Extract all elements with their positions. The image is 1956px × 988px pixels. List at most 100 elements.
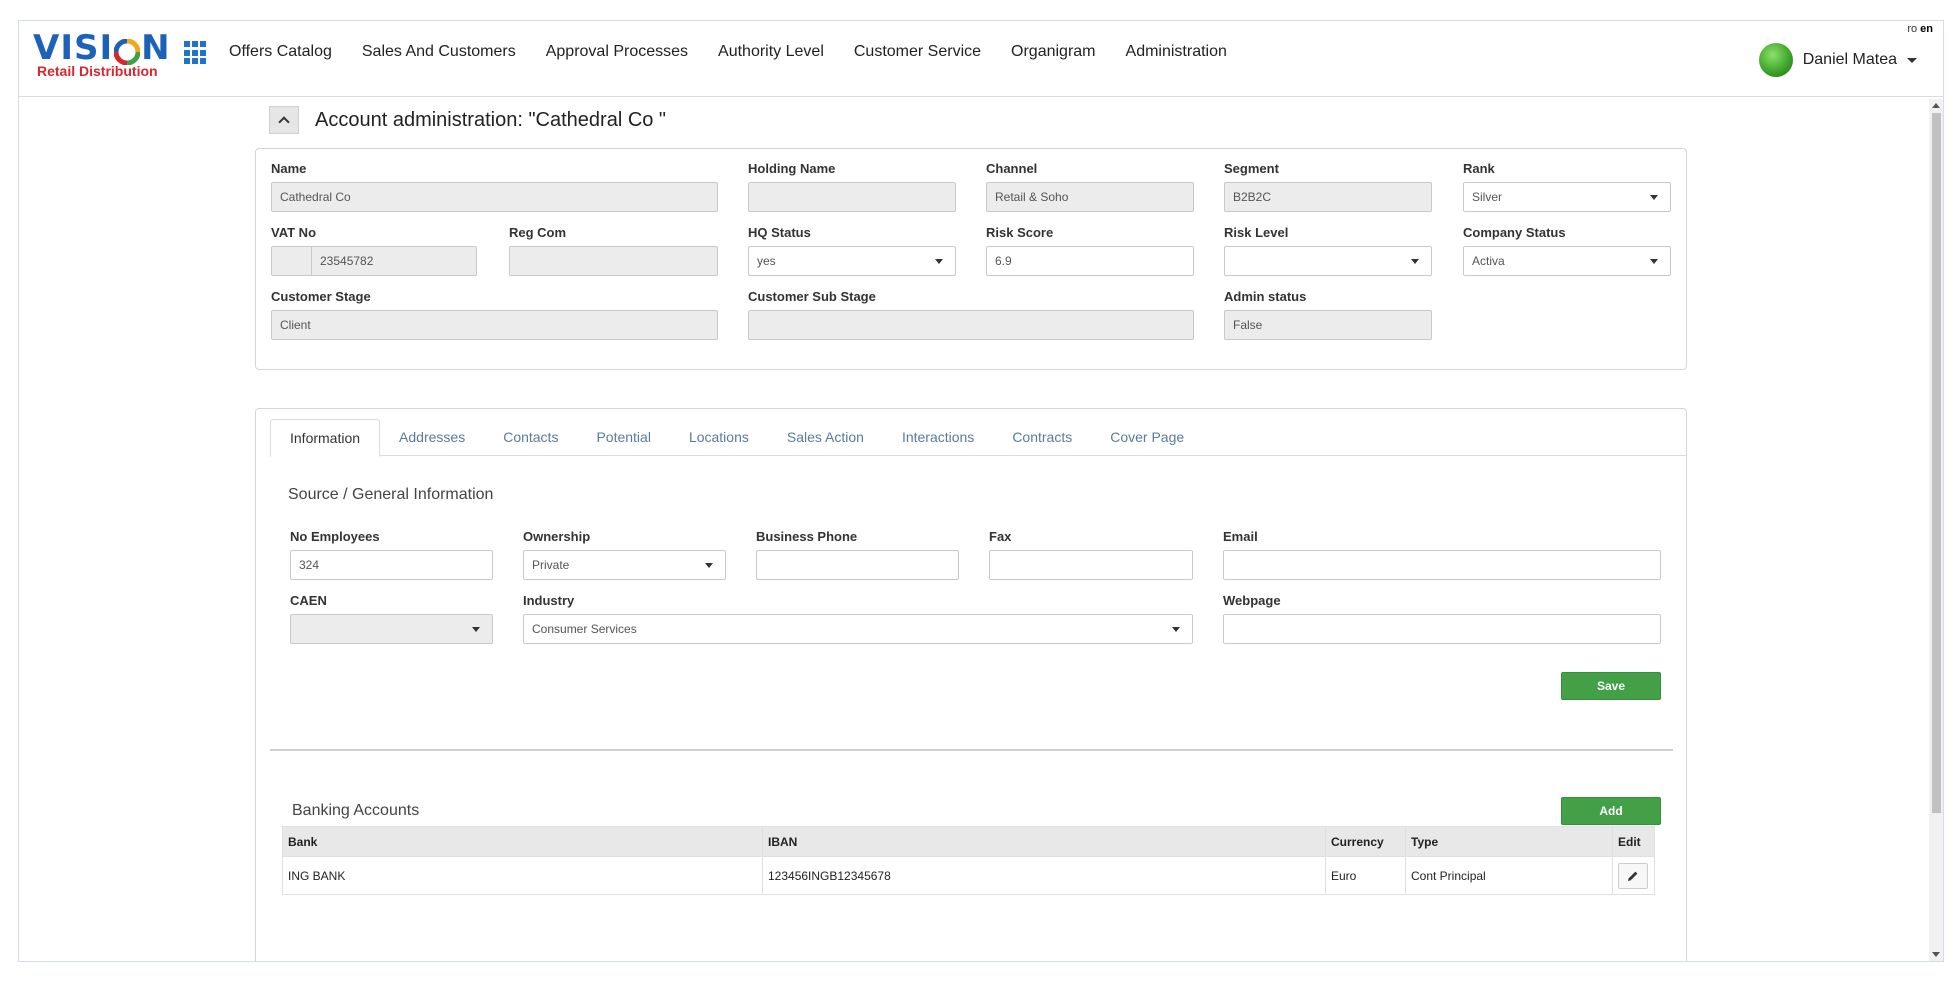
nav-offers-catalog[interactable]: Offers Catalog: [229, 43, 332, 61]
name-input[interactable]: Cathedral Co: [271, 182, 718, 212]
business-phone-label: Business Phone: [756, 529, 858, 544]
nav-customer-service[interactable]: Customer Service: [854, 43, 981, 61]
scroll-down-icon[interactable]: [1932, 952, 1940, 957]
nav-approval-processes[interactable]: Approval Processes: [546, 43, 688, 61]
account-details-panel: Name Cathedral Co Holding Name Channel R…: [255, 148, 1687, 370]
chevron-up-icon: [278, 116, 290, 128]
industry-value: Consumer Services: [532, 622, 637, 636]
caen-field-group: CAEN: [290, 593, 493, 644]
lang-en[interactable]: en: [1920, 23, 1933, 35]
vat-field-group: VAT No 23545782: [271, 225, 477, 276]
user-name: Daniel Matea: [1802, 51, 1897, 68]
fax-field-group: Fax: [989, 529, 1193, 580]
risk-level-select[interactable]: [1224, 246, 1432, 276]
segment-input[interactable]: B2B2C: [1224, 182, 1432, 212]
page-title: Account administration: "Cathedral Co ": [315, 108, 667, 131]
admin-status-field-group: Admin status False: [1224, 289, 1432, 340]
tab-locations[interactable]: Locations: [670, 419, 768, 456]
customer-stage-input[interactable]: Client: [271, 310, 718, 340]
rank-label: Rank: [1463, 161, 1495, 176]
logo-text-left: VISI: [33, 28, 114, 68]
language-switcher: ro en: [1907, 23, 1933, 35]
risk-score-input[interactable]: 6.9: [986, 246, 1194, 276]
caen-label: CAEN: [290, 593, 327, 608]
industry-field-group: Industry Consumer Services: [523, 593, 1193, 644]
type-cell: Cont Principal: [1405, 856, 1613, 895]
fax-label: Fax: [989, 529, 1012, 544]
name-field-group: Name Cathedral Co: [271, 161, 718, 212]
admin-status-input[interactable]: False: [1224, 310, 1432, 340]
scroll-up-icon[interactable]: [1932, 103, 1940, 108]
vat-input[interactable]: 23545782: [271, 246, 477, 276]
holding-field-group: Holding Name: [748, 161, 956, 212]
vertical-scrollbar[interactable]: [1929, 99, 1943, 961]
email-field-group: Email: [1223, 529, 1661, 580]
webpage-label: Webpage: [1223, 593, 1281, 608]
ownership-select[interactable]: Private: [523, 550, 726, 580]
top-navigation-bar: VISI N Retail Distribution Offers Catalo…: [19, 21, 1943, 97]
employees-label: No Employees: [290, 529, 380, 544]
section-divider: [270, 749, 1673, 751]
fax-input[interactable]: [989, 550, 1193, 580]
tab-sales-action[interactable]: Sales Action: [768, 419, 883, 456]
rank-select[interactable]: Silver: [1463, 182, 1671, 212]
nav-sales-and-customers[interactable]: Sales And Customers: [362, 43, 516, 61]
lang-ro[interactable]: ro: [1907, 23, 1917, 35]
industry-select[interactable]: Consumer Services: [523, 614, 1193, 644]
tab-contracts[interactable]: Contracts: [993, 419, 1091, 456]
main-content: Account administration: "Cathedral Co " …: [19, 98, 1931, 961]
dropdown-arrow-icon: [1650, 259, 1658, 264]
caen-select[interactable]: [290, 614, 493, 644]
user-menu[interactable]: Daniel Matea: [1758, 43, 1917, 77]
customer-substage-field-group: Customer Sub Stage: [748, 289, 1194, 340]
tab-potential[interactable]: Potential: [577, 419, 669, 456]
iban-cell: 123456INGB12345678: [762, 856, 1326, 895]
banking-accounts-title: Banking Accounts: [292, 802, 420, 819]
nav-organigram[interactable]: Organigram: [1011, 43, 1095, 61]
table-row: ING BANK 123456INGB12345678 Euro Cont Pr…: [282, 856, 1655, 895]
logo-o-icon: [113, 35, 141, 66]
apps-grid-icon[interactable]: [184, 41, 208, 65]
hq-status-label: HQ Status: [748, 225, 811, 240]
dropdown-arrow-icon: [935, 259, 943, 264]
risk-score-field-group: Risk Score 6.9: [986, 225, 1194, 276]
add-bank-account-button[interactable]: Add: [1561, 797, 1661, 825]
regcom-input[interactable]: [509, 246, 718, 276]
nav-administration[interactable]: Administration: [1126, 43, 1227, 61]
holding-input[interactable]: [748, 182, 956, 212]
channel-input[interactable]: Retail & Soho: [986, 182, 1194, 212]
edit-cell: [1612, 856, 1655, 895]
ownership-field-group: Ownership Private: [523, 529, 726, 580]
webpage-field-group: Webpage: [1223, 593, 1661, 644]
save-button[interactable]: Save: [1561, 672, 1661, 700]
holding-label: Holding Name: [748, 161, 836, 176]
company-status-label: Company Status: [1463, 225, 1566, 240]
employees-input[interactable]: 324: [290, 550, 493, 580]
hq-status-select[interactable]: yes: [748, 246, 956, 276]
column-currency: Currency: [1325, 826, 1406, 857]
tab-interactions[interactable]: Interactions: [883, 419, 993, 456]
nav-authority-level[interactable]: Authority Level: [718, 43, 824, 61]
column-iban: IBAN: [762, 826, 1326, 857]
dropdown-arrow-icon: [1172, 627, 1180, 632]
tab-contacts[interactable]: Contacts: [484, 419, 577, 456]
webpage-input[interactable]: [1223, 614, 1661, 644]
industry-label: Industry: [523, 593, 575, 608]
collapse-button[interactable]: [269, 106, 299, 134]
company-status-select[interactable]: Activa: [1463, 246, 1671, 276]
vision-logo[interactable]: VISI N Retail Distribution: [33, 29, 173, 85]
edit-row-button[interactable]: [1618, 862, 1648, 889]
tab-cover-page[interactable]: Cover Page: [1091, 419, 1203, 456]
email-input[interactable]: [1223, 550, 1661, 580]
business-phone-input[interactable]: [756, 550, 959, 580]
tab-information[interactable]: Information: [270, 419, 381, 457]
company-status-field-group: Company Status Activa: [1463, 225, 1671, 276]
tab-addresses[interactable]: Addresses: [380, 419, 484, 456]
name-label: Name: [271, 161, 307, 176]
business-phone-field-group: Business Phone: [756, 529, 959, 580]
customer-substage-input[interactable]: [748, 310, 1194, 340]
dropdown-arrow-icon: [1411, 259, 1419, 264]
table-header-row: Bank IBAN Currency Type Edit: [282, 826, 1655, 857]
pencil-icon: [1628, 871, 1638, 881]
scroll-thumb[interactable]: [1932, 113, 1941, 813]
